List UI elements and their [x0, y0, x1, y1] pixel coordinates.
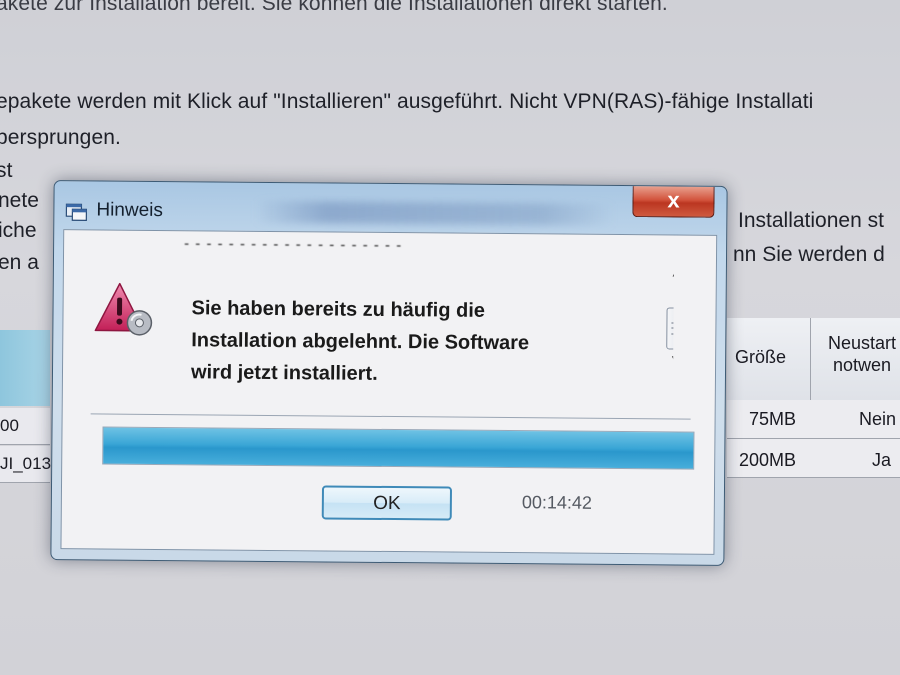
dialog-title-bar[interactable]: Hinweis x	[54, 181, 726, 235]
bg-text-fragment: en a	[0, 251, 39, 274]
table-cell-size: 200MB	[739, 450, 797, 470]
bg-table-header-cell	[0, 330, 50, 406]
bg-text-fragment: nete	[0, 189, 39, 212]
progress-bar	[102, 426, 695, 470]
message-area: - - - - - - - - - - - - - - - - - - - -	[73, 240, 675, 395]
clipped-text-line: - - - - - - - - - - - - - - - - - - - -	[184, 240, 403, 255]
close-button[interactable]: x	[632, 186, 715, 218]
vertical-scrollbar[interactable]: ▲ ▼	[664, 263, 675, 395]
column-header-size[interactable]: Größe	[733, 346, 788, 368]
scroll-down-arrow-icon[interactable]: ▼	[664, 349, 675, 369]
close-icon: x	[667, 187, 680, 213]
bg-text-fragment: iche	[0, 219, 37, 242]
table-row[interactable]: 75MB Nein	[727, 400, 900, 439]
ok-button[interactable]: OK	[321, 485, 453, 521]
table-cell-id: 00	[0, 408, 50, 445]
message-text: Sie haben bereits zu häufig die Installa…	[190, 297, 530, 385]
bg-text-fragment: Installationen st	[738, 209, 884, 232]
bg-text-line: epakete werden mit Klick auf "Installier…	[0, 90, 814, 113]
table-cell-restart: Ja	[872, 450, 892, 470]
warning-icon	[93, 280, 158, 339]
dialog-title: Hinweis	[96, 199, 164, 222]
bg-text-line: bersprungen.	[0, 126, 121, 149]
hinweis-dialog: Hinweis x - - - - - - - - - - - - - - - …	[50, 180, 728, 566]
countdown-timer: 00:14:42	[521, 492, 593, 513]
dialog-content: - - - - - - - - - - - - - - - - - - - -	[60, 229, 718, 555]
divider	[90, 413, 691, 420]
table-row[interactable]: 200MB Ja	[727, 439, 900, 478]
table-cell-restart: Nein	[859, 409, 897, 429]
column-header-restart[interactable]: Neustart notwen	[822, 332, 900, 380]
title-bar-blur	[254, 200, 615, 226]
bg-table-header: Größe Neustart notwen	[727, 318, 900, 401]
grip-icon	[671, 322, 675, 335]
table-cell-id: JI_013	[0, 446, 51, 483]
scroll-thumb[interactable]	[666, 307, 675, 350]
scroll-up-arrow-icon[interactable]: ▲	[665, 263, 674, 283]
table-cell-size: 75MB	[749, 409, 797, 429]
bg-text-fragment: nn Sie werden d	[733, 243, 885, 266]
progress-bar-fill	[103, 427, 694, 469]
bg-text-line: akete zur Installation bereit. Sie könne…	[0, 0, 668, 15]
application-icon	[65, 201, 88, 221]
bg-text-line: st	[0, 159, 13, 182]
